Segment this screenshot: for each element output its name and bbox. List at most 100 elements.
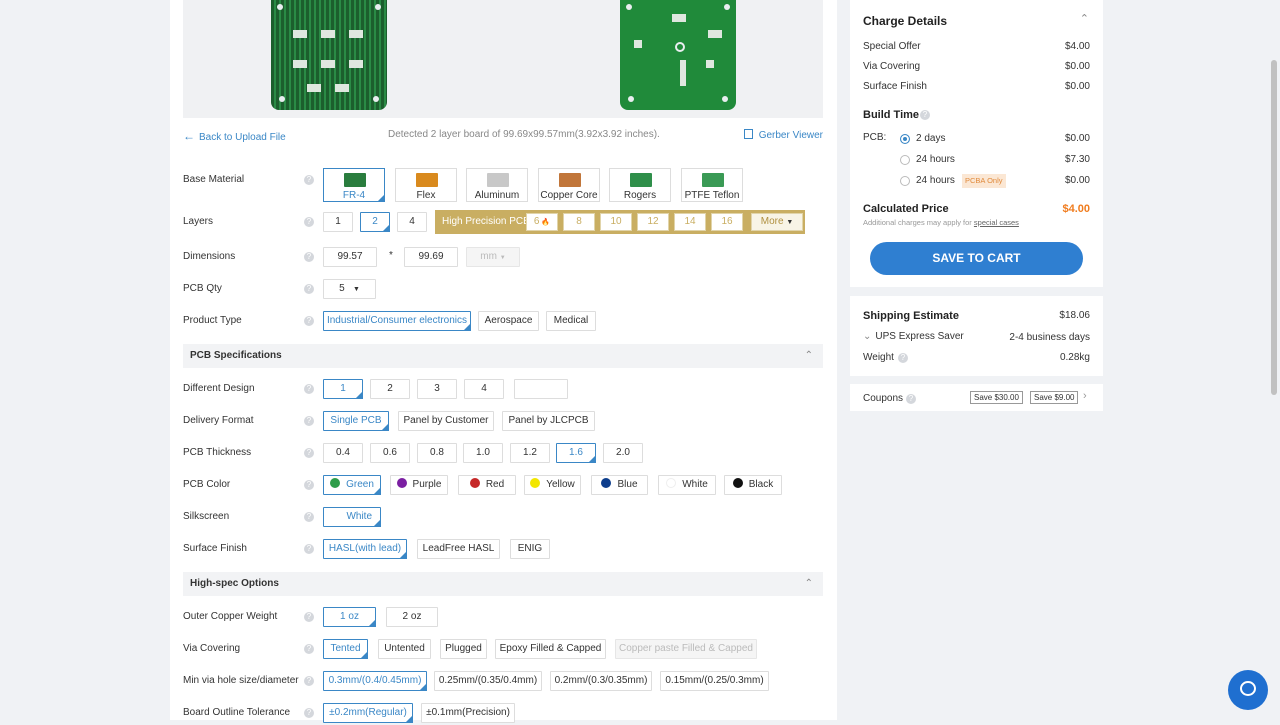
material-option-rogers[interactable]: Rogers	[609, 168, 671, 202]
via-covering-option[interactable]: Epoxy Filled & Capped	[495, 639, 606, 659]
unit-select[interactable]: mm ▼	[466, 247, 520, 267]
coupon-tag[interactable]: Save $30.00	[970, 391, 1023, 404]
color-option-white[interactable]: White	[658, 475, 716, 495]
surface-finish-option[interactable]: HASL(with lead)	[323, 539, 407, 559]
help-icon[interactable]: ?	[304, 480, 314, 490]
more-layers-dropdown[interactable]: More ▼	[751, 213, 803, 231]
color-option-purple[interactable]: Purple	[390, 475, 448, 495]
via-covering-option[interactable]: Plugged	[440, 639, 487, 659]
color-option-yellow[interactable]: Yellow	[524, 475, 581, 495]
thickness-option[interactable]: 2.0	[603, 443, 643, 463]
via-covering-option[interactable]: Copper paste Filled & Capped	[615, 639, 757, 659]
high-precision-layer-option[interactable]: 16	[711, 213, 743, 231]
layer-option[interactable]: 2	[360, 212, 390, 232]
product-type-option[interactable]: Industrial/Consumer electronics	[323, 311, 471, 331]
help-icon[interactable]: ?	[304, 448, 314, 458]
min-via-option[interactable]: 0.25mm/(0.35/0.4mm)	[434, 671, 542, 691]
special-cases-link[interactable]: special cases	[974, 218, 1019, 227]
section-pcb-specifications[interactable]: PCB Specifications ⌃	[183, 344, 823, 368]
height-input[interactable]: 99.69	[404, 247, 458, 267]
thickness-option[interactable]: 0.4	[323, 443, 363, 463]
radio-button[interactable]	[900, 176, 910, 186]
color-option-red[interactable]: Red	[458, 475, 516, 495]
help-icon[interactable]: ?	[304, 284, 314, 294]
delivery-format-option[interactable]: Single PCB	[323, 411, 389, 431]
save-to-cart-button[interactable]: SAVE TO CART	[870, 242, 1083, 275]
layer-option[interactable]: 1	[323, 212, 353, 232]
help-icon[interactable]: ?	[304, 512, 314, 522]
help-icon[interactable]: ?	[304, 676, 314, 686]
silkscreen-white-option[interactable]: White	[323, 507, 381, 527]
thickness-option[interactable]: 0.8	[417, 443, 457, 463]
width-input[interactable]: 99.57	[323, 247, 377, 267]
product-type-option[interactable]: Medical	[546, 311, 596, 331]
delivery-format-option[interactable]: Panel by JLCPCB	[502, 411, 595, 431]
help-icon[interactable]: ?	[906, 394, 916, 404]
outline-tolerance-option[interactable]: ±0.2mm(Regular)	[323, 703, 413, 723]
material-option-aluminum[interactable]: Aluminum	[466, 168, 528, 202]
help-icon[interactable]: ?	[304, 708, 314, 718]
radio-button[interactable]	[900, 155, 910, 165]
back-to-upload-link[interactable]: ← Back to Upload File	[183, 129, 286, 143]
gerber-viewer-link[interactable]: Gerber Viewer	[743, 129, 823, 141]
material-option-ptfe-teflon[interactable]: PTFE Teflon	[681, 168, 743, 202]
help-icon[interactable]: ?	[304, 544, 314, 554]
build-time-option[interactable]: 24 hours PCBA Only $0.00	[900, 174, 1090, 189]
help-icon[interactable]: ?	[304, 644, 314, 654]
page-scrollbar[interactable]	[1271, 60, 1277, 395]
outer-copper-option[interactable]: 2 oz	[386, 607, 438, 627]
via-covering-option[interactable]: Untented	[378, 639, 431, 659]
thickness-option[interactable]: 1.6	[556, 443, 596, 463]
different-design-option[interactable]: 2	[370, 379, 410, 399]
help-icon[interactable]: ?	[304, 384, 314, 394]
min-via-option[interactable]: 0.15mm/(0.25/0.3mm)	[660, 671, 769, 691]
thickness-option[interactable]: 1.0	[463, 443, 503, 463]
help-icon[interactable]: ?	[304, 252, 314, 262]
high-precision-layer-option[interactable]: 14	[674, 213, 706, 231]
different-design-option[interactable]	[514, 379, 568, 399]
help-icon[interactable]: ?	[304, 217, 314, 227]
material-option-fr-4[interactable]: FR-4	[323, 168, 385, 202]
surface-finish-option[interactable]: LeadFree HASL	[417, 539, 500, 559]
help-icon[interactable]: ?	[304, 416, 314, 426]
outline-tolerance-option[interactable]: ±0.1mm(Precision)	[421, 703, 515, 723]
section-high-spec-options[interactable]: High-spec Options ⌃	[183, 572, 823, 596]
color-option-blue[interactable]: Blue	[591, 475, 648, 495]
high-precision-layer-option[interactable]: 6 🔥	[526, 213, 558, 231]
outer-copper-option[interactable]: 1 oz	[323, 607, 376, 627]
help-icon[interactable]: ?	[304, 175, 314, 185]
different-design-option[interactable]: 3	[417, 379, 457, 399]
via-covering-option[interactable]: Tented	[323, 639, 368, 659]
material-option-flex[interactable]: Flex	[395, 168, 457, 202]
calculated-price-title: Calculated Price	[863, 203, 949, 215]
color-option-green[interactable]: Green	[323, 475, 381, 495]
thickness-option[interactable]: 0.6	[370, 443, 410, 463]
high-precision-layer-option[interactable]: 10	[600, 213, 632, 231]
different-design-option[interactable]: 4	[464, 379, 504, 399]
chevron-up-icon[interactable]: ⌃	[1080, 12, 1089, 25]
min-via-option[interactable]: 0.3mm/(0.4/0.45mm)	[323, 671, 427, 691]
help-icon[interactable]: ?	[304, 316, 314, 326]
material-option-copper-core[interactable]: Copper Core	[538, 168, 600, 202]
different-design-option[interactable]: 1	[323, 379, 363, 399]
color-option-black[interactable]: Black	[724, 475, 782, 495]
high-precision-layer-option[interactable]: 12	[637, 213, 669, 231]
help-icon[interactable]: ?	[898, 353, 908, 363]
help-icon[interactable]: ?	[920, 110, 930, 120]
build-time-option[interactable]: 24 hours $7.30	[900, 154, 1090, 168]
product-type-option[interactable]: Aerospace	[478, 311, 539, 331]
radio-button[interactable]	[900, 134, 910, 144]
help-icon[interactable]: ?	[304, 612, 314, 622]
chevron-right-icon[interactable]: ›	[1083, 390, 1087, 402]
coupon-tag[interactable]: Save $9.00	[1030, 391, 1079, 404]
min-via-option[interactable]: 0.2mm/(0.3/0.35mm)	[550, 671, 652, 691]
high-precision-layer-option[interactable]: 8	[563, 213, 595, 231]
layer-option[interactable]: 4	[397, 212, 427, 232]
build-time-option[interactable]: 2 days $0.00	[900, 133, 1090, 147]
delivery-format-option[interactable]: Panel by Customer	[398, 411, 494, 431]
shipping-carrier-select[interactable]: ⌄ UPS Express Saver	[863, 331, 964, 342]
surface-finish-option[interactable]: ENIG	[510, 539, 550, 559]
chat-support-button[interactable]	[1228, 670, 1268, 710]
thickness-option[interactable]: 1.2	[510, 443, 550, 463]
pcb-qty-dropdown[interactable]: 5 ▼	[323, 279, 376, 299]
